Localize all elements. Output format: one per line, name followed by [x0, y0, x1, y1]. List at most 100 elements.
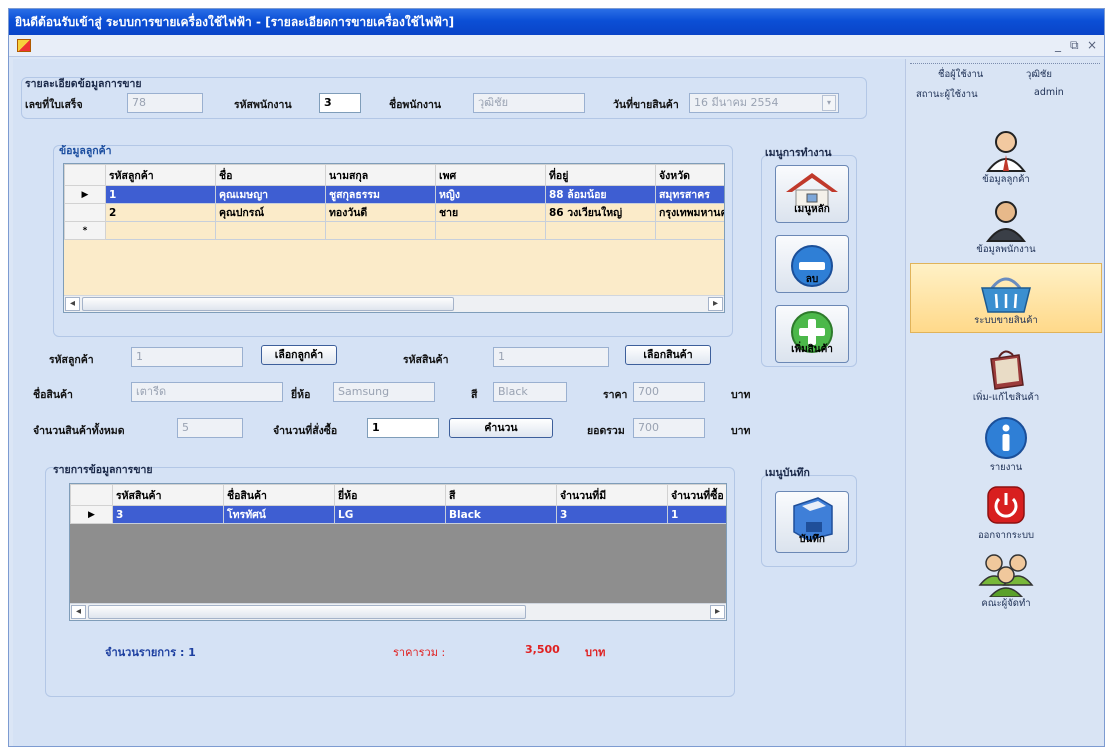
column-header[interactable]: ชื่อ — [215, 164, 326, 186]
scroll-right-icon[interactable]: ▸ — [708, 297, 723, 311]
column-header[interactable]: ยี่ห้อ — [334, 484, 446, 506]
scroll-left-icon[interactable]: ◂ — [65, 297, 80, 311]
product-id-field[interactable]: 1 — [493, 347, 609, 367]
table-cell[interactable]: 86 วงเวียนใหญ่ — [545, 203, 656, 222]
table-cell[interactable]: หญิง — [435, 185, 546, 204]
table-cell[interactable]: สมุทรสาคร — [655, 185, 724, 204]
sidebar-item-product-edit[interactable]: เพิ่ม-แก้ไขสินค้า — [910, 339, 1102, 409]
sidebar-item-team[interactable]: คณะผู้จัดทำ — [910, 545, 1102, 615]
sales-list-group-label: รายการข้อมูลการขาย — [53, 464, 153, 476]
stock-field[interactable]: 5 — [177, 418, 243, 438]
sidebar-item-label: ข้อมูลพนักงาน — [976, 244, 1036, 255]
sales-grid[interactable]: รหัสสินค้า ชื่อสินค้า ยี่ห้อ สี จำนวนที่… — [69, 483, 727, 621]
sidebar-item-label: คณะผู้จัดทำ — [981, 598, 1031, 609]
new-row[interactable]: * — [64, 221, 724, 240]
receipt-label: เลขที่ใบเสร็จ — [25, 99, 83, 111]
sale-header-group-label: รายละเอียดข้อมูลการขาย — [25, 78, 142, 90]
save-button[interactable]: บันทึก — [775, 491, 849, 553]
customer-id-field[interactable]: 1 — [131, 347, 243, 367]
delete-button[interactable]: ลบ — [775, 235, 849, 293]
sidebar-item-report[interactable]: รายงาน — [910, 409, 1102, 479]
minimize-button[interactable]: _ — [1055, 38, 1061, 52]
price-field[interactable]: 700 — [633, 382, 705, 402]
table-cell[interactable]: โทรทัศน์ — [223, 505, 335, 524]
total-field[interactable]: 700 — [633, 418, 705, 438]
customer-id-label: รหัสลูกค้า — [49, 354, 94, 366]
add-product-label: เพิ่มสินค้า — [791, 344, 833, 355]
column-header[interactable]: สี — [445, 484, 557, 506]
table-row[interactable]: 2 คุณปกรณ์ ทองวันดี ชาย 86 วงเวียนใหญ่ ก… — [64, 203, 724, 222]
sidebar-item-label: ออกจากระบบ — [977, 530, 1035, 541]
table-cell[interactable]: ทองวันดี — [325, 203, 436, 222]
customer-grid-header: รหัสลูกค้า ชื่อ นามสกุล เพศ ที่อยู่ จังห… — [64, 164, 724, 186]
table-cell[interactable]: คุณปกรณ์ — [215, 203, 326, 222]
table-cell[interactable]: 88 ล้อมน้อย — [545, 185, 656, 204]
column-header[interactable]: จำนวนที่มี — [556, 484, 668, 506]
sidebar-item-logout[interactable]: ออกจากระบบ — [910, 477, 1102, 547]
choose-product-button[interactable]: เลือกสินค้า — [625, 345, 711, 365]
horizontal-scrollbar[interactable]: ◂ ▸ — [64, 295, 724, 312]
column-header[interactable]: ชื่อสินค้า — [223, 484, 335, 506]
scroll-thumb[interactable] — [88, 605, 526, 619]
horizontal-scrollbar[interactable]: ◂ ▸ — [70, 603, 726, 620]
calculate-button[interactable]: คำนวน — [449, 418, 553, 438]
customer-grid[interactable]: รหัสลูกค้า ชื่อ นามสกุล เพศ ที่อยู่ จังห… — [63, 163, 725, 313]
table-row[interactable]: ▶ 1 คุณเมษญา ชูสกุลธรรม หญิง 88 ล้อมน้อย… — [64, 185, 724, 204]
scroll-left-icon[interactable]: ◂ — [71, 605, 86, 619]
sale-date-picker[interactable]: 16 มีนาคม 2554 ▾ — [689, 93, 839, 113]
column-header[interactable]: รหัสสินค้า — [112, 484, 224, 506]
table-cell[interactable]: LG — [334, 505, 446, 524]
column-header[interactable]: รหัสลูกค้า — [105, 164, 216, 186]
divider — [910, 63, 1100, 64]
sidebar-item-label: เพิ่ม-แก้ไขสินค้า — [972, 392, 1040, 403]
column-header[interactable]: เพศ — [435, 164, 546, 186]
table-row[interactable]: ▶ 3 โทรทัศน์ LG Black 3 1 — [70, 505, 726, 524]
column-header[interactable]: ที่อยู่ — [545, 164, 656, 186]
table-cell[interactable]: 1 — [667, 505, 726, 524]
brand-field[interactable]: Samsung — [333, 382, 435, 402]
table-cell[interactable]: ชูสกุลธรรม — [325, 185, 436, 204]
column-header[interactable]: จำนวนที่ซื้อ — [667, 484, 726, 506]
table-cell[interactable]: 3 — [112, 505, 224, 524]
row-selector-icon[interactable]: ▶ — [64, 185, 106, 204]
employee-name-label: ชื่อพนักงาน — [389, 99, 442, 111]
color-field[interactable]: Black — [493, 382, 567, 402]
navigation-sidebar: ชื่อผู้ใช้งาน วุฒิชัย สถานะผู้ใช้งาน adm… — [905, 59, 1104, 746]
work-menu-label: เมนูการทำงาน — [765, 147, 832, 159]
table-cell[interactable]: 1 — [105, 185, 216, 204]
close-button[interactable]: × — [1087, 38, 1097, 52]
choose-customer-button[interactable]: เลือกลูกค้า — [261, 345, 337, 365]
product-id-label: รหัสสินค้า — [403, 354, 449, 366]
customer-icon — [985, 131, 1027, 172]
scroll-right-icon[interactable]: ▸ — [710, 605, 725, 619]
employee-name-field[interactable]: วุฒิชัย — [473, 93, 585, 113]
sidebar-item-employee[interactable]: ข้อมูลพนักงาน — [910, 191, 1102, 261]
app-icon[interactable] — [17, 39, 31, 52]
employee-id-label: รหัสพนักงาน — [234, 99, 292, 111]
scroll-thumb[interactable] — [82, 297, 454, 311]
sidebar-item-sales[interactable]: ระบบขายสินค้า — [910, 263, 1102, 333]
mdi-menubar: _ ⧉ × — [9, 35, 1104, 57]
add-product-button[interactable]: เพิ่มสินค้า — [775, 305, 849, 363]
sidebar-item-label: ข้อมูลลูกค้า — [982, 174, 1030, 185]
column-header[interactable]: จังหวัด — [655, 164, 724, 186]
table-cell[interactable]: กรุงเทพมหานคร — [655, 203, 724, 222]
restore-button[interactable]: ⧉ — [1070, 38, 1079, 53]
table-cell[interactable]: 2 — [105, 203, 216, 222]
product-name-field[interactable]: เตารีด — [131, 382, 283, 402]
receipt-field[interactable]: 78 — [127, 93, 203, 113]
table-cell[interactable]: 3 — [556, 505, 668, 524]
column-header[interactable]: นามสกุล — [325, 164, 436, 186]
table-cell[interactable]: Black — [445, 505, 557, 524]
sidebar-item-label: ระบบขายสินค้า — [974, 315, 1038, 326]
sidebar-item-customer[interactable]: ข้อมูลลูกค้า — [910, 121, 1102, 191]
home-menu-button[interactable]: เมนูหลัก — [775, 165, 849, 223]
row-selector-icon[interactable]: ▶ — [70, 505, 113, 524]
table-cell[interactable]: ชาย — [435, 203, 546, 222]
basket-icon — [981, 277, 1031, 313]
chevron-down-icon[interactable]: ▾ — [822, 95, 836, 111]
employee-id-field[interactable]: 3 — [319, 93, 361, 113]
color-label: สี — [471, 389, 478, 401]
table-cell[interactable]: คุณเมษญา — [215, 185, 326, 204]
order-qty-field[interactable]: 1 — [367, 418, 439, 438]
